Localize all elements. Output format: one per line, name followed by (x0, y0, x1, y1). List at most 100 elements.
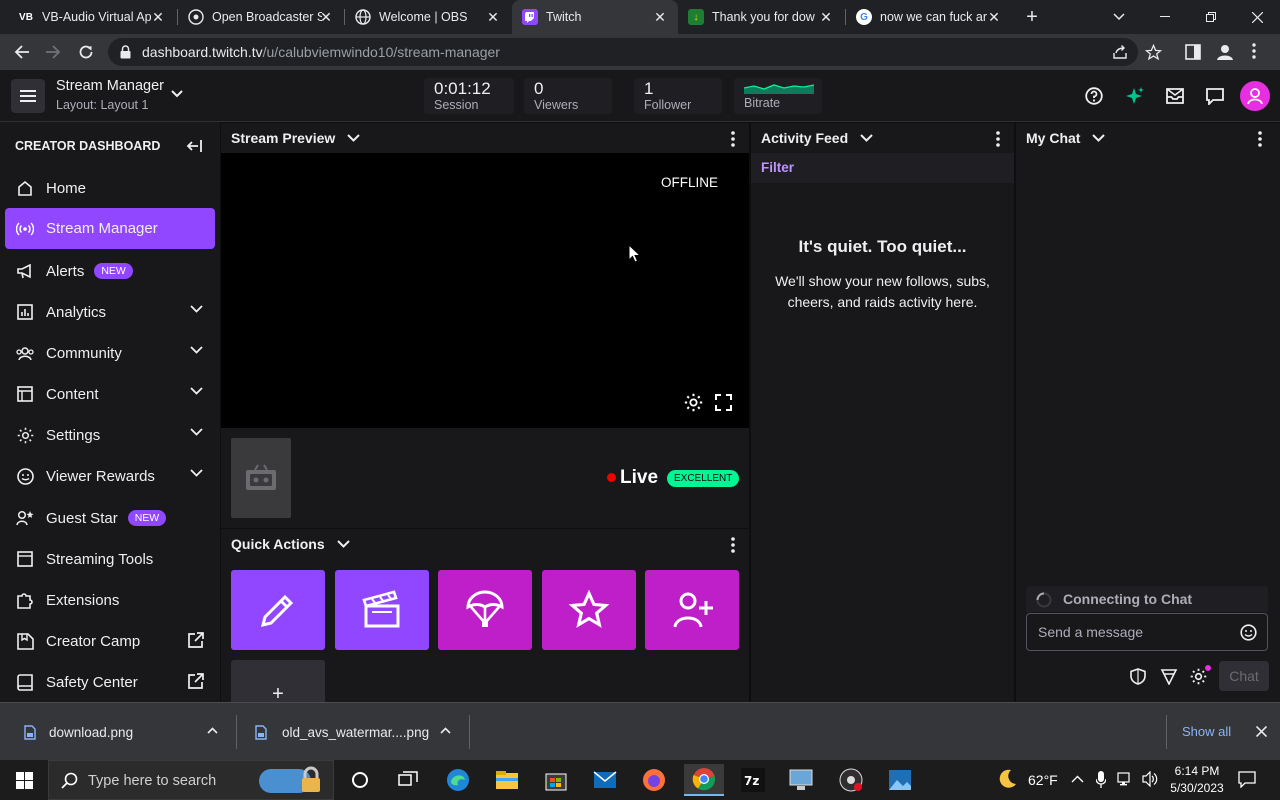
forward-arrow-icon[interactable] (41, 40, 65, 64)
microphone-icon[interactable] (1096, 771, 1106, 788)
raid-button[interactable] (438, 570, 532, 650)
close-icon[interactable]: ✕ (986, 9, 1002, 25)
weather-temperature[interactable]: 62°F (1028, 772, 1058, 788)
mail-icon[interactable] (585, 764, 625, 796)
clip-button[interactable] (335, 570, 429, 650)
kebab-menu-icon[interactable] (996, 131, 1000, 147)
close-icon[interactable]: ✕ (818, 9, 834, 25)
firefox-icon[interactable] (634, 764, 674, 796)
browser-tab[interactable]: ↓ Thank you for dow ✕ (678, 0, 844, 34)
download-item[interactable]: download.png (0, 703, 236, 761)
tray-chevron-up-icon[interactable] (1071, 775, 1084, 783)
share-icon[interactable] (1112, 44, 1128, 60)
file-explorer-icon[interactable] (487, 764, 527, 796)
kebab-menu-icon[interactable] (731, 131, 735, 147)
collapse-sidebar-icon[interactable] (186, 139, 204, 153)
star-icon[interactable] (1145, 44, 1162, 61)
bits-icon[interactable] (1160, 668, 1178, 685)
browser-tab[interactable]: G now we can fuck ar ✕ (846, 0, 1012, 34)
close-download-bar-icon[interactable] (1256, 726, 1267, 737)
reload-icon[interactable] (74, 40, 98, 64)
close-icon[interactable]: ✕ (318, 9, 334, 25)
weather-moon-icon[interactable] (996, 768, 1018, 790)
edit-stream-info-button[interactable] (231, 570, 325, 650)
help-icon[interactable] (1085, 87, 1103, 105)
network-icon[interactable] (1117, 772, 1135, 787)
browser-tab[interactable]: Welcome | OBS ✕ (345, 0, 511, 34)
add-guest-button[interactable] (645, 570, 739, 650)
player-settings-icon[interactable] (684, 393, 703, 412)
windows-start-icon[interactable] (4, 764, 44, 796)
sidebar-item-stream-manager[interactable]: Stream Manager (5, 208, 215, 249)
browser-tab-active[interactable]: Twitch ✕ (512, 0, 678, 34)
side-panel-icon[interactable] (1185, 44, 1201, 60)
back-arrow-icon[interactable] (10, 40, 34, 64)
kebab-menu-icon[interactable] (731, 537, 735, 553)
sidebar-item-community[interactable]: Community (5, 333, 215, 373)
hamburger-menu-icon[interactable] (11, 79, 45, 113)
tab-search-icon[interactable] (1096, 0, 1142, 34)
promote-button[interactable] (542, 570, 636, 650)
sidebar-item-viewer-rewards[interactable]: Viewer Rewards (5, 456, 215, 496)
chevron-up-icon[interactable] (440, 727, 451, 734)
taskbar-search-box[interactable]: Type here to search (48, 760, 334, 800)
sidebar-item-analytics[interactable]: Analytics (5, 292, 215, 332)
taskbar-clock[interactable]: 6:14 PM 5/30/2023 (1169, 763, 1225, 797)
obs-taskbar-icon[interactable] (831, 764, 871, 796)
edge-icon[interactable] (438, 764, 478, 796)
chrome-menu-icon[interactable] (1252, 43, 1256, 59)
store-icon[interactable] (536, 764, 576, 796)
chrome-taskbar-icon[interactable] (684, 764, 724, 796)
follower-stat[interactable]: 1 Follower (634, 78, 722, 114)
add-quick-action-button[interactable]: + (231, 660, 325, 702)
bitrate-stat[interactable]: Bitrate (734, 78, 822, 114)
sidebar-item-safety-center[interactable]: Safety Center (5, 662, 215, 702)
notifications-icon[interactable] (1238, 771, 1256, 788)
sparkle-icon[interactable] (1125, 86, 1145, 106)
new-tab-button[interactable]: + (1014, 0, 1050, 34)
filter-link[interactable]: Filter (761, 160, 794, 175)
restore-button[interactable] (1188, 0, 1234, 34)
layout-dropdown-chevron-icon[interactable] (170, 89, 184, 98)
chevron-down-icon[interactable] (336, 540, 350, 548)
sidebar-item-alerts[interactable]: Alerts NEW (5, 251, 215, 291)
fullscreen-icon[interactable] (715, 394, 732, 411)
video-player[interactable]: OFFLINE (221, 153, 749, 428)
profile-icon[interactable] (1216, 43, 1234, 61)
chevron-down-icon[interactable] (347, 134, 361, 142)
sidebar-item-extensions[interactable]: Extensions (5, 580, 215, 620)
mod-shield-icon[interactable] (1130, 668, 1146, 685)
close-icon[interactable]: ✕ (150, 9, 166, 25)
sidebar-item-streaming-tools[interactable]: Streaming Tools (5, 539, 215, 579)
whispers-icon[interactable] (1206, 88, 1224, 105)
photos-icon[interactable] (880, 764, 920, 796)
kebab-menu-icon[interactable] (1258, 131, 1262, 147)
inbox-icon[interactable] (1166, 88, 1184, 104)
7zip-icon[interactable]: 7z (733, 764, 773, 796)
user-avatar[interactable] (1240, 81, 1270, 111)
download-item[interactable]: old_avs_watermar....png (237, 703, 469, 761)
browser-tab[interactable]: Open Broadcaster S ✕ (178, 0, 344, 34)
chat-send-button[interactable]: Chat (1219, 661, 1269, 691)
sidebar-item-content[interactable]: Content (5, 374, 215, 414)
chat-input[interactable]: Send a message (1026, 613, 1268, 651)
task-view-icon[interactable] (388, 764, 428, 796)
chevron-up-icon[interactable] (207, 727, 218, 734)
minimize-button[interactable] (1142, 0, 1188, 34)
window-close-button[interactable] (1234, 0, 1280, 34)
address-bar[interactable]: dashboard.twitch.tv/u/calubviemwindo10/s… (108, 38, 1138, 66)
sidebar-item-home[interactable]: Home (5, 168, 215, 208)
show-all-button[interactable]: Show all (1182, 724, 1231, 739)
session-stat[interactable]: 0:01:12 Session (424, 78, 514, 114)
sidebar-item-guest-star[interactable]: Guest Star NEW (5, 498, 215, 538)
viewers-stat[interactable]: 0 Viewers (524, 78, 612, 114)
browser-tab[interactable]: VB VB-Audio Virtual Ap ✕ (8, 0, 176, 34)
close-icon[interactable]: ✕ (652, 9, 668, 25)
sidebar-item-settings[interactable]: Settings (5, 415, 215, 455)
cortana-icon[interactable] (340, 764, 380, 796)
sidebar-item-creator-camp[interactable]: Creator Camp (5, 621, 215, 661)
stream-thumbnail[interactable] (231, 438, 291, 518)
remote-desktop-icon[interactable] (781, 764, 821, 796)
chevron-down-icon[interactable] (860, 134, 873, 142)
close-icon[interactable]: ✕ (485, 9, 501, 25)
